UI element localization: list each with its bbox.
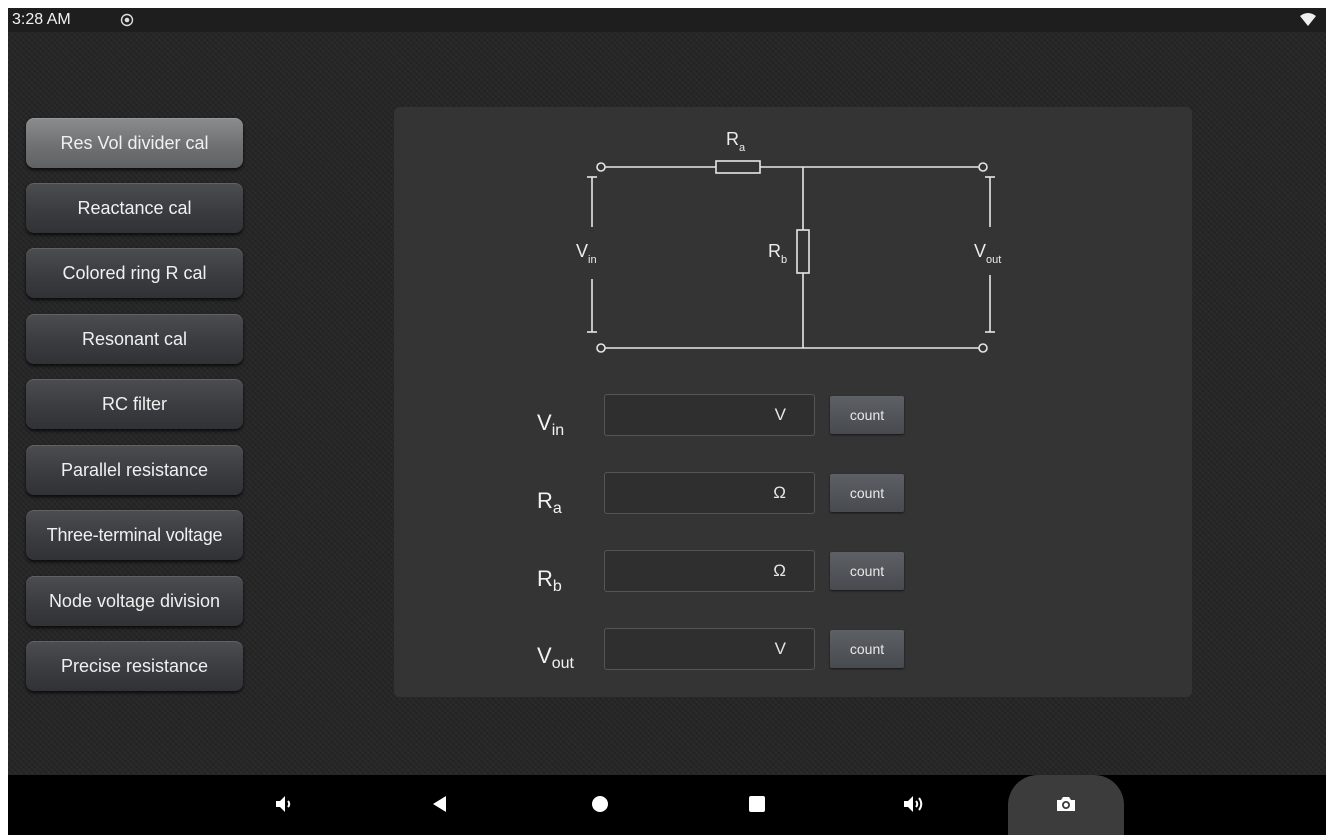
back-icon[interactable] — [428, 792, 452, 816]
sidebar-item-node-voltage-division[interactable]: Node voltage division — [26, 576, 243, 626]
ra-row-label: Ra — [537, 488, 562, 517]
volume-up-icon[interactable] — [901, 792, 925, 816]
rb-count-button[interactable]: count — [830, 552, 904, 590]
resistor-rb-icon — [796, 229, 810, 274]
resistor-ra-icon — [715, 160, 761, 174]
vout-label: Vout — [974, 241, 1001, 266]
rb-row-label: Rb — [537, 566, 562, 595]
vout-count-button[interactable]: count — [830, 630, 904, 668]
sidebar-item-three-terminal-voltage[interactable]: Three-terminal voltage — [26, 510, 243, 560]
ra-input[interactable] — [611, 481, 765, 507]
vout-unit: V — [774, 639, 786, 658]
volume-down-icon[interactable] — [272, 792, 296, 816]
rb-unit: Ω — [773, 561, 786, 580]
vin-field[interactable]: V — [604, 394, 815, 436]
vin-count-button[interactable]: count — [830, 396, 904, 434]
ra-count-button[interactable]: count — [830, 474, 904, 512]
location-indicator-icon — [120, 13, 134, 27]
status-time: 3:28 AM — [12, 11, 71, 28]
vin-row-label: Vin — [537, 410, 565, 439]
sidebar-item-precise-resistance[interactable]: Precise resistance — [26, 641, 243, 691]
ra-label: Ra — [726, 129, 746, 154]
ra-field[interactable]: Ω — [604, 472, 815, 514]
sidebar-item-resonant[interactable]: Resonant cal — [26, 314, 243, 364]
recents-icon[interactable] — [745, 792, 769, 816]
sidebar-item-colored-ring-r[interactable]: Colored ring R cal — [26, 248, 243, 298]
vout-input[interactable] — [611, 637, 765, 663]
app-screen: 3:28 AM Res Vol divider cal Reactance ca… — [8, 8, 1326, 835]
voltage-divider-diagram: Ra Rb Vin Vout — [576, 129, 1001, 353]
vin-label: Vin — [576, 241, 597, 266]
wifi-icon — [1300, 13, 1316, 26]
sidebar-item-res-vol-divider[interactable]: Res Vol divider cal — [26, 118, 243, 168]
ra-unit: Ω — [773, 483, 786, 502]
calculator-panel: Ra Rb Vin Vout Vin V count Ra Ω count Rb… — [394, 107, 1192, 697]
vin-input[interactable] — [611, 403, 765, 429]
vout-field[interactable]: V — [604, 628, 815, 670]
home-icon[interactable] — [588, 792, 612, 816]
rb-field[interactable]: Ω — [604, 550, 815, 592]
rb-input[interactable] — [611, 559, 765, 585]
camera-icon[interactable] — [1054, 792, 1078, 816]
status-bar: 3:28 AM — [8, 8, 1326, 32]
sidebar-item-rc-filter[interactable]: RC filter — [26, 379, 243, 429]
vin-unit: V — [774, 405, 786, 424]
sidebar-item-parallel-resistance[interactable]: Parallel resistance — [26, 445, 243, 495]
rb-label: Rb — [768, 241, 787, 266]
system-nav-bar — [8, 775, 1326, 835]
sidebar-item-reactance[interactable]: Reactance cal — [26, 183, 243, 233]
vout-row-label: Vout — [537, 643, 574, 672]
